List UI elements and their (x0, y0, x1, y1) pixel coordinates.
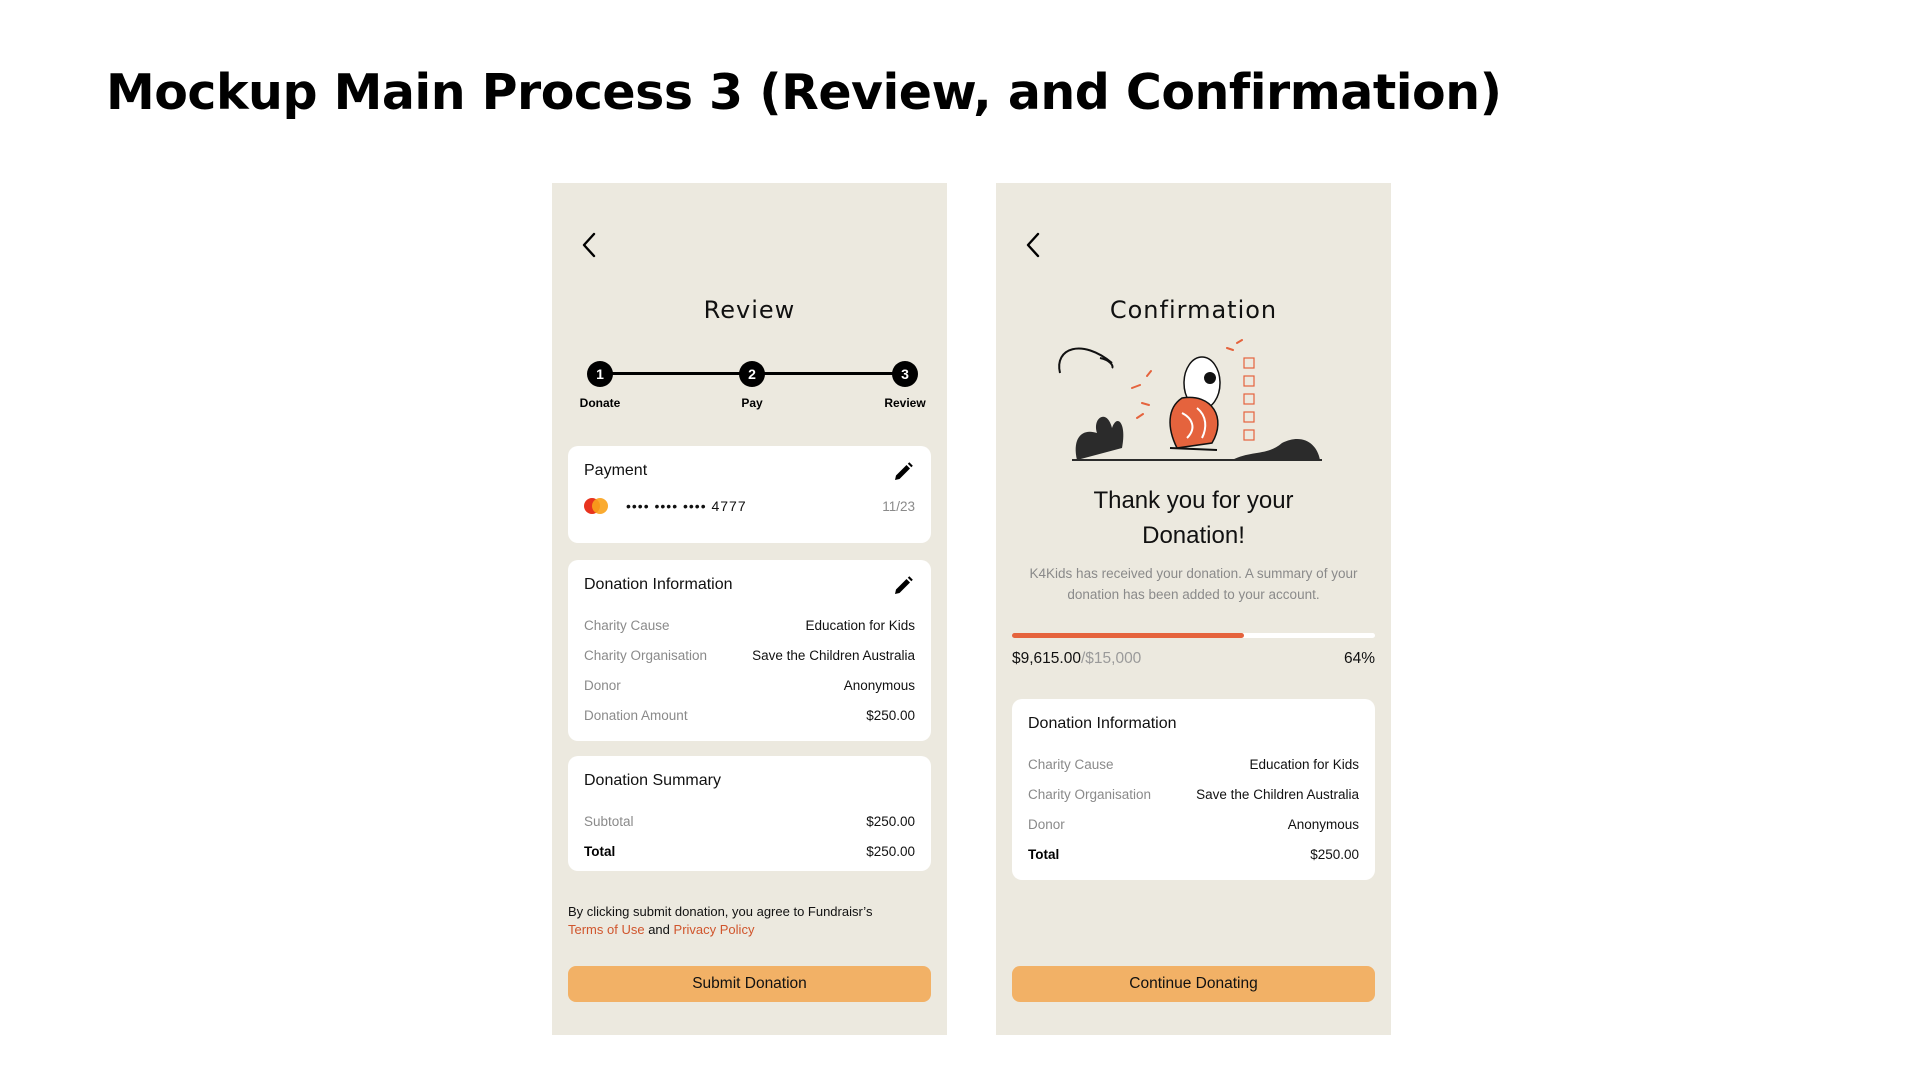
step-2-dot: 2 (739, 361, 765, 387)
goal-amount: /$15,000 (1080, 650, 1142, 667)
summary-label: Total (584, 844, 616, 859)
continue-donating-button[interactable]: Continue Donating (1012, 966, 1375, 1002)
donation-info-title: Donation Information (1028, 715, 1177, 732)
info-row: Donor Anonymous (1028, 817, 1359, 832)
page-title: Mockup Main Process 3 (Review, and Confi… (106, 64, 1502, 121)
info-row: Charity Cause Education for Kids (584, 618, 915, 633)
terms-text: By clicking submit donation, you agree t… (568, 904, 873, 919)
thank-you-line-2: Donation! (1142, 522, 1245, 549)
donation-info-title: Donation Information (584, 576, 733, 593)
step-3-label: Review (884, 396, 926, 410)
info-label: Donor (584, 678, 621, 693)
thank-you-heading: Thank you for your Donation! (996, 483, 1391, 553)
info-value: Anonymous (1287, 817, 1359, 832)
info-label: Donor (1028, 817, 1065, 832)
screen-title: Review (703, 296, 796, 324)
info-value: Education for Kids (1249, 757, 1359, 772)
info-value: Education for Kids (805, 618, 915, 633)
amount-raised: $9,615.00 (1012, 650, 1081, 667)
terms-and-text: and (648, 922, 670, 937)
card-number: •••• •••• •••• 4777 (626, 498, 747, 514)
back-arrow-icon[interactable] (1022, 229, 1046, 261)
payment-card: Payment •••• •••• •••• 4777 11/23 (568, 446, 931, 543)
info-value: Anonymous (843, 678, 915, 693)
mastercard-icon (584, 498, 608, 514)
thank-you-line-1: Thank you for your (1093, 487, 1294, 514)
summary-value: $250.00 (866, 814, 915, 829)
progress-fill (1012, 633, 1245, 638)
info-label: Total (1028, 847, 1060, 862)
info-label: Charity Organisation (1028, 787, 1152, 802)
confirmation-message: K4Kids has received your donation. A sum… (1029, 566, 1358, 602)
donation-info-card: Donation Information Charity Cause Educa… (568, 560, 931, 741)
progress-percent: 64% (1343, 650, 1375, 667)
info-value: Save the Children Australia (1196, 787, 1359, 802)
card-expiry: 11/23 (882, 498, 915, 514)
info-row: Charity Cause Education for Kids (1028, 757, 1359, 772)
info-row: Charity Organisation Save the Children A… (584, 648, 915, 663)
payment-title: Payment (584, 462, 648, 479)
info-label: Charity Cause (1028, 757, 1114, 772)
info-row: Charity Organisation Save the Children A… (1028, 787, 1359, 802)
step-3-dot: 3 (892, 361, 918, 387)
privacy-policy-link[interactable]: Privacy Policy (674, 922, 755, 937)
payment-method-row: •••• •••• •••• 4777 11/23 (584, 498, 915, 514)
progress-summary: $9,615.00 /$15,000 64% (1012, 650, 1375, 668)
summary-label: Subtotal (584, 814, 634, 829)
info-label: Charity Cause (584, 618, 670, 633)
info-label: Donation Amount (584, 708, 688, 723)
review-screen: Review 1 2 3 Donate Pay Review Payment •… (552, 183, 947, 1035)
info-value: Save the Children Australia (752, 648, 915, 663)
edit-pencil-icon[interactable] (891, 574, 915, 598)
info-row: Donation Amount $250.00 (584, 708, 915, 723)
info-row: Donor Anonymous (584, 678, 915, 693)
donation-summary-card: Donation Summary Subtotal $250.00 Total … (568, 756, 931, 871)
terms-notice: By clicking submit donation, you agree t… (568, 903, 872, 939)
edit-pencil-icon[interactable] (891, 460, 915, 484)
fundraising-progress-bar (1012, 633, 1375, 638)
info-value: $250.00 (866, 708, 915, 723)
submit-donation-button[interactable]: Submit Donation (568, 966, 931, 1002)
terms-of-use-link[interactable]: Terms of Use (568, 922, 645, 937)
info-label: Charity Organisation (584, 648, 708, 663)
confirmation-screen: Confirmation Thank you for your Donation… (996, 183, 1391, 1035)
summary-total-row: Total $250.00 (584, 844, 915, 859)
info-total-row: Total $250.00 (1028, 847, 1359, 862)
donation-info-card: Donation Information Charity Cause Educa… (1012, 699, 1375, 880)
info-value: $250.00 (1310, 847, 1359, 862)
step-1-label: Donate (579, 396, 621, 410)
summary-title: Donation Summary (584, 772, 721, 789)
summary-value: $250.00 (866, 844, 915, 859)
summary-row: Subtotal $250.00 (584, 814, 915, 829)
step-2-label: Pay (741, 396, 763, 410)
step-1-dot: 1 (587, 361, 613, 387)
back-arrow-icon[interactable] (578, 229, 602, 261)
celebration-illustration (1058, 339, 1322, 461)
progress-stepper: 1 2 3 Donate Pay Review (552, 358, 947, 418)
screen-title: Confirmation (1109, 296, 1278, 324)
